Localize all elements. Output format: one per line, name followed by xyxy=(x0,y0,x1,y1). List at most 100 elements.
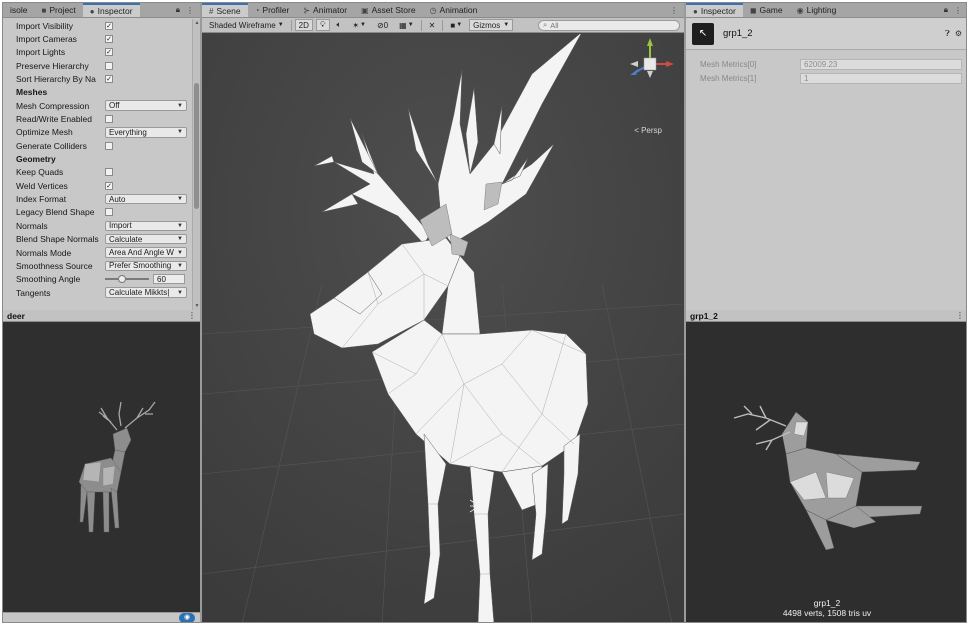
section-meshes: Meshes xyxy=(3,86,192,99)
deer-preview-render[interactable] xyxy=(3,322,200,612)
lighting-toggle-icon[interactable]: 💡︎ xyxy=(315,19,330,31)
row-import-visibility: Import Visibility ✓ xyxy=(3,19,192,32)
tab-label: Lighting xyxy=(806,5,837,15)
legacy-blend-shape-checkbox[interactable] xyxy=(105,208,113,217)
row-label: Normals Mode xyxy=(16,247,72,258)
chevron-down-icon: ▼ xyxy=(277,22,284,28)
tab-animator[interactable]: ⊱ Animator xyxy=(296,3,354,17)
kebab-menu-icon[interactable]: ⋮ xyxy=(186,6,194,15)
effects-toggle-icon[interactable]: ✶ ▼ xyxy=(348,19,370,31)
toolbar-separator xyxy=(420,19,422,31)
index-format-dropdown[interactable]: Auto ▼ xyxy=(105,193,187,205)
metric-label: Mesh Metrics[1] xyxy=(700,73,757,83)
tab-label: Profiler xyxy=(262,5,290,15)
row-blend-shape-normals: Blend Shape Normals Calculate ▼ xyxy=(3,233,192,246)
kebab-menu-icon[interactable]: ⋮ xyxy=(188,311,200,320)
tab-inspector-right[interactable]: ● Inspector xyxy=(686,3,743,17)
row-label: Read/Write Enabled xyxy=(16,114,92,125)
scene-panel: # Scene ◔ Profiler ⊱ Animator ▣ Asset Store … xyxy=(202,3,684,623)
row-smoothness-source: Smoothness Source Prefer Smoothing ▼ xyxy=(3,259,192,272)
tangents-dropdown[interactable]: Calculate Mikkts| ▼ xyxy=(105,287,187,298)
lock-icon[interactable]: 🔒︎ xyxy=(944,5,948,15)
slider-handle[interactable] xyxy=(118,275,126,284)
shading-mode-dropdown[interactable]: Shaded Wireframe ▼ xyxy=(205,19,288,31)
chevron-down-icon: ▼ xyxy=(177,289,183,296)
inspector-scrollbar[interactable]: ▲ ▼ xyxy=(192,19,200,310)
info-icon: ● xyxy=(693,6,698,16)
row-smoothing-angle: Smoothing Angle 60 xyxy=(3,273,192,286)
import-lights-checkbox[interactable]: ✓ xyxy=(105,48,113,57)
animation-icon: ◷ xyxy=(429,5,437,15)
dropdown-value: Import xyxy=(109,221,132,231)
mesh-preview-render[interactable] xyxy=(686,322,967,612)
import-cameras-checkbox[interactable]: ✓ xyxy=(105,35,113,44)
row-label: Weld Vertices xyxy=(16,180,68,191)
mesh-metrics-0-row: Mesh Metrics[0] 62009.23 xyxy=(700,58,962,70)
row-label: Index Format xyxy=(16,194,67,205)
kebab-menu-icon[interactable]: ⋮ xyxy=(670,6,678,15)
kebab-menu-icon[interactable]: ⋮ xyxy=(956,311,966,320)
eye-icon[interactable]: ◉ xyxy=(179,613,195,622)
row-label: Smoothness Source xyxy=(16,260,93,271)
gizmos-dropdown[interactable]: Gizmos ▼ xyxy=(469,19,514,31)
weld-vertices-checkbox[interactable]: ✓ xyxy=(105,181,113,190)
row-generate-colliders: Generate Colliders xyxy=(3,139,192,152)
row-label: Preserve Hierarchy xyxy=(16,60,89,71)
sort-hierarchy-checkbox[interactable]: ✓ xyxy=(105,75,113,84)
tab-lighting[interactable]: ◉ Lighting xyxy=(790,3,844,17)
tab-scene[interactable]: # Scene xyxy=(202,3,248,17)
tab-console[interactable]: isole xyxy=(3,3,34,17)
import-visibility-checkbox[interactable]: ✓ xyxy=(105,21,113,30)
grid-toggle-icon[interactable]: ▦ ▼ xyxy=(395,19,418,31)
help-icon[interactable]: ❓︎ xyxy=(945,29,950,39)
settings-icon[interactable]: ⚙︎ xyxy=(955,29,962,39)
row-label: Generate Colliders xyxy=(16,140,87,151)
smoothing-angle-slider[interactable]: 60 xyxy=(105,273,187,285)
section-geometry: Geometry xyxy=(3,152,192,165)
scrollbar-thumb[interactable] xyxy=(194,83,199,209)
scroll-up-icon[interactable]: ▲ xyxy=(193,20,200,26)
normals-dropdown[interactable]: Import ▼ xyxy=(105,220,187,232)
normals-mode-dropdown[interactable]: Area And Angle W ▼ xyxy=(105,247,187,258)
row-read-write: Read/Write Enabled xyxy=(3,112,192,125)
slider-track[interactable] xyxy=(105,275,149,284)
scroll-down-icon[interactable]: ▼ xyxy=(193,303,200,309)
2d-toggle-button[interactable]: 2D xyxy=(294,19,313,31)
chevron-down-icon: ▼ xyxy=(456,22,463,28)
scene-render[interactable] xyxy=(202,31,684,623)
smoothing-angle-input[interactable]: 60 xyxy=(153,273,185,285)
generate-colliders-checkbox[interactable] xyxy=(105,141,113,150)
right-preview-panel: grp1_2 ⋮ grp1_2 4498 verts, 1508 tris uv xyxy=(686,310,967,622)
keep-quads-checkbox[interactable] xyxy=(105,168,113,177)
blend-shape-normals-dropdown[interactable]: Calculate ▼ xyxy=(105,233,187,245)
mesh-compression-dropdown[interactable]: Off ▼ xyxy=(105,100,187,111)
read-write-checkbox[interactable] xyxy=(105,115,113,124)
row-label: Tangents xyxy=(16,287,51,298)
left-preview-panel: deer ⋮ ◉ xyxy=(3,310,200,622)
row-normals-mode: Normals Mode Area And Angle W ▼ xyxy=(3,246,192,259)
shading-mode-label: Shaded Wireframe xyxy=(209,20,276,30)
kebab-menu-icon[interactable]: ⋮ xyxy=(954,6,962,15)
optimize-mesh-dropdown[interactable]: Everything ▼ xyxy=(105,127,187,138)
lock-icon[interactable]: 🔒︎ xyxy=(176,5,180,15)
scene-tabbar: # Scene ◔ Profiler ⊱ Animator ▣ Asset Store … xyxy=(202,3,684,18)
tab-label: Scene xyxy=(216,6,241,16)
tab-profiler[interactable]: ◔ Profiler xyxy=(248,3,297,17)
projection-toggle[interactable]: < Persp xyxy=(634,126,662,135)
preserve-hierarchy-checkbox[interactable] xyxy=(105,61,113,70)
grid-icon: # xyxy=(209,6,214,16)
tab-animation[interactable]: ◷ Animation xyxy=(423,3,485,17)
tab-project[interactable]: ■ Project xyxy=(34,3,82,17)
tab-inspector[interactable]: ● Inspector xyxy=(82,3,140,17)
row-sort-hierarchy: Sort Hierarchy By Na ✓ xyxy=(3,72,192,85)
scene-viewport[interactable]: < Persp xyxy=(202,31,684,623)
tab-game[interactable]: ◼ Game xyxy=(743,3,790,17)
scene-search-input[interactable]: ⌕ All xyxy=(538,19,680,31)
camera-icon[interactable]: ■ ▼ xyxy=(446,19,466,31)
smoothness-source-dropdown[interactable]: Prefer Smoothing ▼ xyxy=(105,260,187,272)
audio-toggle-icon[interactable]: 🔈︎ xyxy=(333,19,346,31)
hidden-objects-toggle[interactable]: ⊘ 0 xyxy=(373,19,392,31)
tab-asset-store[interactable]: ▣ Asset Store xyxy=(354,3,423,17)
tools-toggle-icon[interactable]: ✕ xyxy=(425,19,440,31)
row-label: Blend Shape Normals xyxy=(16,234,99,245)
